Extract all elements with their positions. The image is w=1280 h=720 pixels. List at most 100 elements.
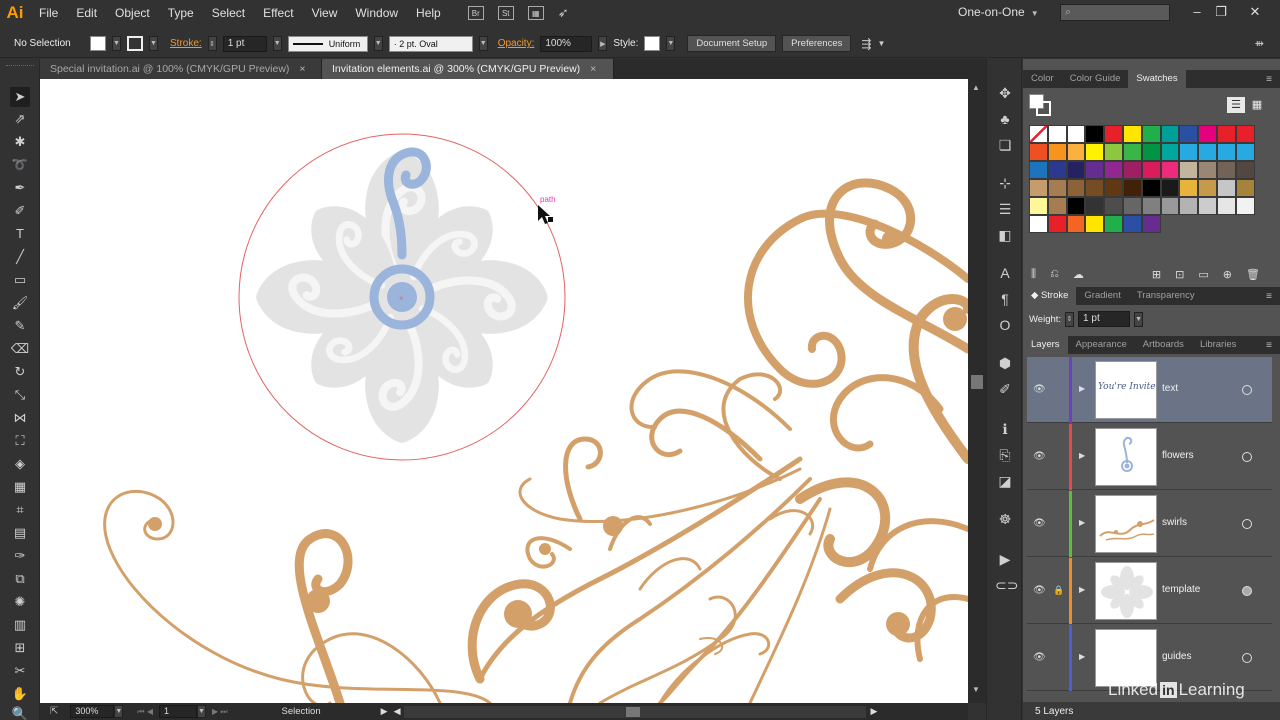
opacity-field[interactable]: 100% <box>540 35 593 52</box>
visibility-eye-icon[interactable]: 👁 <box>1033 384 1046 395</box>
perspective-grid-tool-icon[interactable]: ▦ <box>10 477 30 497</box>
color-swatch[interactable] <box>1141 197 1161 215</box>
artboard-number-field[interactable]: 1 <box>158 705 197 718</box>
color-swatch[interactable] <box>1085 143 1105 161</box>
fill-stroke-indicator[interactable] <box>1029 94 1051 116</box>
document-setup-button[interactable]: Document Setup <box>687 35 777 52</box>
vertical-scrollbar[interactable]: ▲ ▼ <box>968 79 986 703</box>
close-icon[interactable]: ✕ <box>1244 2 1266 22</box>
color-swatch[interactable] <box>1066 215 1086 233</box>
color-swatch[interactable] <box>1066 143 1086 161</box>
color-swatch[interactable] <box>1179 125 1199 143</box>
color-swatch[interactable] <box>1235 125 1255 143</box>
menu-select[interactable]: Select <box>203 0 254 26</box>
style-dropdown-icon[interactable]: ▼ <box>666 36 676 51</box>
artboard-dropdown-icon[interactable]: ▼ <box>196 705 206 718</box>
cc-libraries-icon[interactable]: ☁ <box>1073 268 1084 281</box>
align-panel-icon[interactable]: ☰ <box>995 199 1015 219</box>
menu-type[interactable]: Type <box>159 0 203 26</box>
transform-icon[interactable]: ⊹ <box>995 173 1015 193</box>
hscroll-right-icon[interactable]: ▶ <box>870 706 877 717</box>
visibility-eye-icon[interactable]: 👁 <box>1033 518 1046 529</box>
color-swatch[interactable] <box>1047 179 1067 197</box>
line-tool-icon[interactable]: ╱ <box>10 247 30 267</box>
hand-tool-icon[interactable]: ✋ <box>10 684 30 704</box>
shaper-tool-icon[interactable]: ✎ <box>10 316 30 336</box>
color-swatch[interactable] <box>1085 161 1105 179</box>
puppet-warp-icon[interactable]: ✥ <box>995 83 1015 103</box>
layer-row-swirls[interactable]: 👁 ▶ swirls <box>1027 491 1272 557</box>
color-swatch[interactable] <box>1179 143 1199 161</box>
color-swatch[interactable] <box>1198 197 1217 215</box>
color-swatch[interactable] <box>1029 215 1048 233</box>
artboard-next-icon[interactable]: ▶ ⏭ <box>212 707 228 717</box>
zoom-field[interactable]: 300% <box>70 705 115 718</box>
color-swatch[interactable] <box>1160 125 1180 143</box>
menu-window[interactable]: Window <box>346 0 407 26</box>
layer-name[interactable]: flowers <box>1162 450 1194 461</box>
navigator-link-icon[interactable]: ⊂⊃ <box>995 575 1018 595</box>
status-mode[interactable]: Selection <box>282 706 321 717</box>
magic-wand-tool-icon[interactable]: ✱ <box>10 132 30 152</box>
type-tool-icon[interactable]: T <box>10 224 30 244</box>
scale-tool-icon[interactable]: ⤡ <box>10 385 30 405</box>
tab-stroke[interactable]: ◆ Stroke <box>1023 287 1077 305</box>
color-swatch[interactable] <box>1122 215 1142 233</box>
color-swatch[interactable] <box>1141 179 1161 197</box>
stroke-stepper-icon[interactable]: ⇕ <box>207 36 217 51</box>
expand-triangle-icon[interactable]: ▶ <box>1079 652 1085 661</box>
layer-name[interactable]: guides <box>1162 651 1191 662</box>
tab-artboards[interactable]: Artboards <box>1135 336 1192 354</box>
hscroll-thumb[interactable] <box>626 706 641 717</box>
expand-triangle-icon[interactable]: ▶ <box>1079 518 1085 527</box>
tab-color[interactable]: Color <box>1023 70 1062 88</box>
weight-dropdown-icon[interactable]: ▼ <box>1134 311 1144 327</box>
color-swatch[interactable] <box>1122 197 1142 215</box>
zoom-dropdown-icon[interactable]: ▼ <box>114 705 124 718</box>
new-swatch-icon[interactable]: ⊕ <box>1223 268 1232 281</box>
color-swatch[interactable] <box>1066 125 1086 143</box>
actions-icon[interactable]: ▶ <box>995 549 1015 569</box>
symbol-sprayer-tool-icon[interactable]: ✺ <box>10 592 30 612</box>
menu-object[interactable]: Object <box>106 0 159 26</box>
panel-menu-icon[interactable]: ≡ <box>1266 340 1272 351</box>
color-swatch[interactable] <box>1066 161 1086 179</box>
direct-selection-tool-icon[interactable]: ⇗ <box>10 109 30 129</box>
hscroll-left-icon[interactable]: ◀ <box>394 706 401 717</box>
new-color-group-icon[interactable]: ▭ <box>1198 268 1208 281</box>
rectangle-tool-icon[interactable]: ▭ <box>10 270 30 290</box>
color-swatch[interactable] <box>1085 179 1105 197</box>
stroke-weight-field[interactable]: 1 pt <box>222 35 267 52</box>
swatch-kind-icon[interactable]: ⎌ <box>1050 268 1059 281</box>
weight-field[interactable]: 1 pt <box>1078 311 1131 327</box>
zoom-tool-icon[interactable]: 🔍 <box>10 704 30 720</box>
panel-menu-icon[interactable]: ≡ <box>1266 74 1272 85</box>
artboard-canvas[interactable]: × path <box>40 79 968 703</box>
layer-target-icon[interactable] <box>1242 452 1252 462</box>
color-swatch[interactable] <box>1104 143 1123 161</box>
opacity-label[interactable]: Opacity: <box>498 38 535 49</box>
tab-swatches[interactable]: Swatches <box>1128 70 1186 88</box>
lock-icon[interactable]: 🔒 <box>1053 585 1064 596</box>
character-icon[interactable]: A <box>995 263 1015 283</box>
curvature-tool-icon[interactable]: ✐ <box>10 201 30 221</box>
color-swatch[interactable] <box>1122 143 1142 161</box>
close-tab-icon[interactable]: × <box>590 59 596 79</box>
tab-gradient[interactable]: Gradient <box>1076 287 1128 305</box>
color-swatch[interactable] <box>1047 215 1067 233</box>
color-swatch[interactable] <box>1198 125 1217 143</box>
color-swatch[interactable] <box>1047 197 1067 215</box>
expand-triangle-icon[interactable]: ▶ <box>1079 384 1085 393</box>
brush-dropdown-icon[interactable]: ▼ <box>478 36 488 51</box>
stroke-dropdown-icon[interactable]: ▼ <box>149 36 158 51</box>
color-swatch[interactable] <box>1085 125 1105 143</box>
swatch-options-icon[interactable]: ⊡ <box>1175 268 1184 281</box>
tab-libraries[interactable]: Libraries <box>1192 336 1244 354</box>
color-swatch[interactable] <box>1235 179 1255 197</box>
color-swatch[interactable] <box>1029 197 1048 215</box>
share-icon[interactable]: ⇱ <box>50 706 58 717</box>
menu-help[interactable]: Help <box>407 0 450 26</box>
fill-dropdown-icon[interactable]: ▼ <box>112 36 121 51</box>
menu-edit[interactable]: Edit <box>67 0 106 26</box>
selection-tool-icon[interactable]: ➤ <box>10 87 30 107</box>
